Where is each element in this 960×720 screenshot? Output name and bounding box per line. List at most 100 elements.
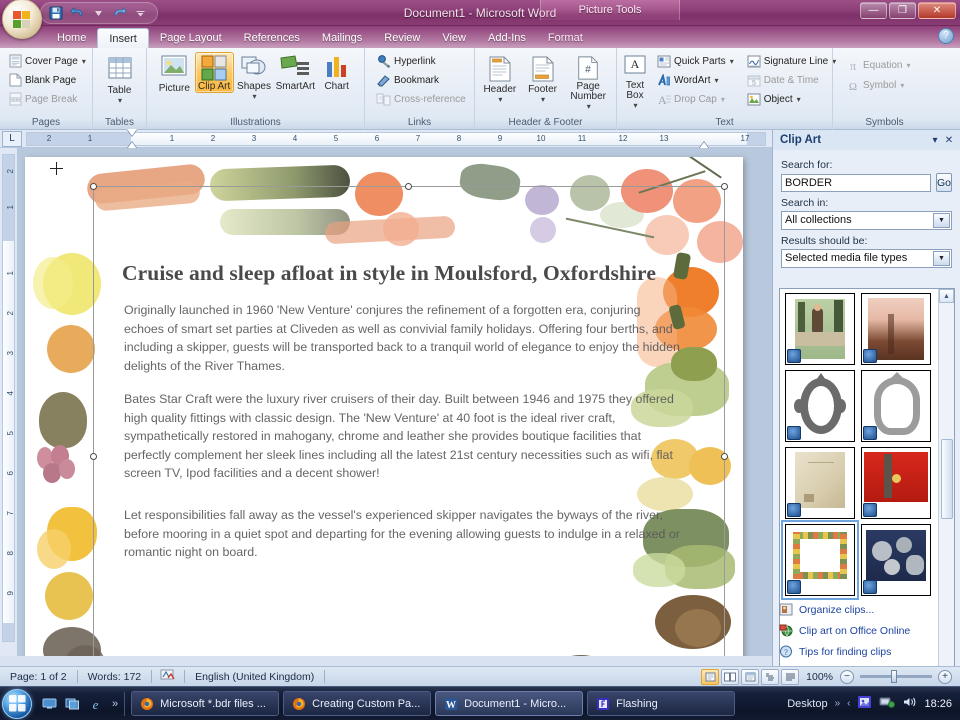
clip-art-thumbnail[interactable] (861, 524, 931, 596)
resize-handle-middle-right[interactable] (721, 452, 728, 460)
web-layout-view-button[interactable] (741, 668, 760, 685)
quick-launch-overflow-icon[interactable]: » (112, 698, 118, 710)
tab-format[interactable]: Format (537, 28, 594, 48)
results-scroll-thumb[interactable] (941, 439, 953, 519)
undo-icon[interactable] (68, 5, 86, 22)
header-button[interactable]: Header ▾ (479, 53, 521, 104)
resize-handle-top-left[interactable] (90, 183, 97, 190)
tab-view[interactable]: View (431, 28, 477, 48)
shapes-button[interactable]: Shapes ▾ (235, 52, 274, 101)
taskbar-window-document1[interactable]: W Document1 - Micro... (435, 691, 584, 716)
proofing-status-icon[interactable] (152, 668, 184, 686)
clip-art-thumbnail[interactable] (785, 447, 855, 519)
flip-3d-icon[interactable] (64, 695, 81, 712)
equation-button[interactable]: π Equation ▾ (843, 56, 914, 74)
footer-button[interactable]: Footer ▾ (522, 53, 564, 104)
chevron-down-icon[interactable]: ▼ (933, 213, 950, 228)
clip-art-button[interactable]: Clip Art (194, 52, 234, 93)
taskbar-clock[interactable]: 18:26 (924, 698, 952, 710)
resize-handle-top-right[interactable] (721, 183, 728, 190)
chevron-down-icon[interactable]: ▾ (928, 133, 942, 147)
signature-line-button[interactable]: Signature Line ▾ (744, 52, 840, 70)
horizontal-ruler[interactable]: L 2 1 1 2 3 4 5 6 7 8 9 10 11 12 13 17 (0, 128, 772, 149)
show-desktop-icon[interactable] (41, 695, 58, 712)
print-layout-view-button[interactable] (701, 668, 720, 685)
desktop-tray-icon[interactable] (857, 695, 872, 712)
document-canvas[interactable]: Cruise and sleep afloat in style in Moul… (18, 148, 772, 656)
undo-dropdown-icon[interactable] (89, 5, 107, 22)
minimize-button[interactable]: — (860, 2, 887, 19)
text-box-button[interactable]: A Text Box ▾ (621, 52, 649, 110)
clip-art-thumbnail[interactable] (785, 293, 855, 365)
close-button[interactable]: ✕ (918, 2, 956, 19)
page-number-button[interactable]: # Page Number ▾ (564, 53, 612, 111)
search-input[interactable] (781, 173, 931, 192)
draft-view-button[interactable] (781, 668, 800, 685)
bookmark-button[interactable]: Bookmark (373, 71, 442, 89)
taskbar-window-creating-custom-pa[interactable]: Creating Custom Pa... (283, 691, 432, 716)
organize-clips-link[interactable]: Organize clips... (779, 599, 957, 620)
ruler-scale[interactable]: 2 1 1 2 3 4 5 6 7 8 9 10 11 12 13 17 (26, 128, 766, 149)
resize-handle-middle-left[interactable] (90, 452, 97, 460)
clip-art-office-online-link[interactable]: Clip art on Office Online (779, 620, 957, 641)
tab-insert[interactable]: Insert (97, 28, 149, 48)
cross-reference-button[interactable]: Cross-reference (373, 90, 469, 108)
chevron-down-icon[interactable]: ▼ (933, 251, 950, 266)
vertical-ruler[interactable]: 2 1 1 2 3 4 5 6 7 8 9 (0, 148, 18, 656)
clip-art-thumbnail[interactable] (785, 370, 855, 442)
clip-art-thumbnail-selected[interactable] (781, 520, 859, 600)
tips-for-finding-clips-link[interactable]: ? Tips for finding clips (779, 641, 957, 662)
tab-review[interactable]: Review (373, 28, 431, 48)
tab-home[interactable]: Home (46, 28, 97, 48)
taskbar-window-firefox-bdr[interactable]: Microsoft *.bdr files ... (131, 691, 280, 716)
word-count[interactable]: Words: 172 (78, 668, 152, 686)
internet-explorer-icon[interactable]: e (87, 695, 104, 712)
resize-handle-top-center[interactable] (405, 183, 412, 190)
chart-button[interactable]: Chart (317, 52, 356, 92)
object-button[interactable]: Object ▾ (744, 90, 840, 108)
volume-icon[interactable] (902, 695, 917, 712)
redo-icon[interactable] (110, 5, 128, 22)
tab-references[interactable]: References (233, 28, 311, 48)
tray-collapse-icon[interactable]: ‹ (847, 698, 850, 709)
wordart-button[interactable]: WordArt ▾ (654, 71, 737, 89)
restore-button[interactable]: ❐ (889, 2, 916, 19)
network-icon[interactable] (879, 695, 896, 712)
picture-button[interactable]: Picture (155, 52, 194, 94)
language-indicator[interactable]: English (United Kingdom) (185, 668, 324, 686)
zoom-track[interactable] (860, 670, 932, 683)
zoom-out-button[interactable]: − (840, 669, 854, 684)
outline-view-button[interactable] (761, 668, 780, 685)
save-icon[interactable] (47, 5, 65, 22)
document-heading[interactable]: Cruise and sleep afloat in style in Moul… (122, 261, 692, 286)
tab-mailings[interactable]: Mailings (311, 28, 373, 48)
customize-qat-icon[interactable] (131, 5, 149, 22)
first-line-indent-marker[interactable] (127, 128, 137, 136)
document-paragraph-3[interactable]: Let responsibilities fall away as the ve… (124, 506, 680, 562)
zoom-slider-knob[interactable] (891, 670, 897, 683)
tab-add-ins[interactable]: Add-Ins (477, 28, 537, 48)
search-in-dropdown[interactable]: All collections ▼ (781, 211, 952, 230)
blank-page-button[interactable]: Blank Page (6, 71, 79, 89)
document-paragraph-1[interactable]: Originally launched in 1960 'New Venture… (124, 301, 680, 375)
tray-desktop-label[interactable]: Desktop (787, 698, 827, 710)
page-indicator[interactable]: Page: 1 of 2 (0, 668, 77, 686)
taskbar-window-flashing[interactable]: Flashing (587, 691, 736, 716)
date-time-button[interactable]: 5 Date & Time (744, 71, 840, 89)
page-break-button[interactable]: Page Break (6, 90, 80, 108)
drop-cap-button[interactable]: A Drop Cap ▾ (654, 90, 737, 108)
tray-expand-icon[interactable]: » (835, 698, 841, 709)
clip-art-thumbnail[interactable] (861, 370, 931, 442)
smartart-button[interactable]: SmartArt (274, 52, 316, 92)
zoom-level[interactable]: 100% (799, 671, 840, 683)
tab-stop-selector[interactable]: L (2, 130, 22, 147)
full-screen-reading-view-button[interactable] (721, 668, 740, 685)
start-button[interactable] (2, 688, 32, 719)
document-paragraph-2[interactable]: Bates Star Craft were the luxury river c… (124, 390, 680, 483)
table-button[interactable]: Table ▾ (97, 52, 142, 105)
go-button[interactable]: Go (936, 173, 953, 192)
clip-art-thumbnail[interactable] (861, 293, 931, 365)
clip-art-thumbnail[interactable] (861, 447, 931, 519)
close-icon[interactable]: ✕ (942, 133, 956, 147)
zoom-slider[interactable]: − + (840, 669, 960, 684)
